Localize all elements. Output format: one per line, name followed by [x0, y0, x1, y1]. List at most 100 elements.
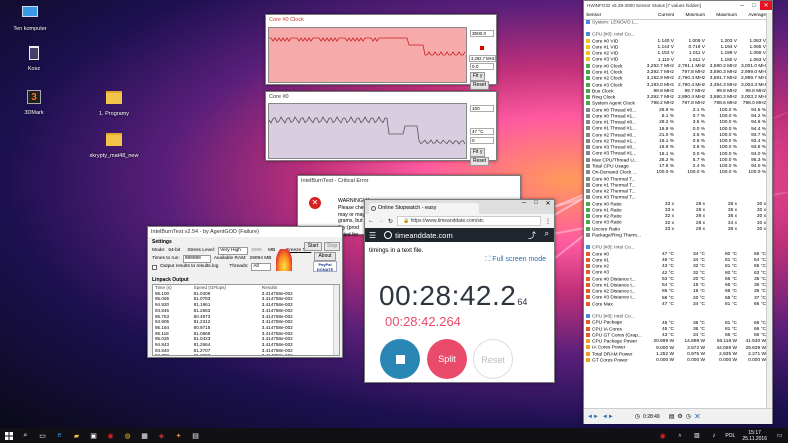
- sensor-value: Core #1 VID: [592, 45, 619, 51]
- scrollbar[interactable]: [333, 285, 339, 355]
- clock-date: 25.11.2016: [742, 435, 767, 442]
- scrollbar[interactable]: [766, 13, 772, 408]
- reload-icon[interactable]: ↻: [388, 218, 393, 225]
- tab-stopwatch[interactable]: Online Stopwatch - easy: [369, 203, 479, 214]
- chrome-icon[interactable]: ◍: [119, 428, 136, 443]
- menu-icon[interactable]: ⋮: [545, 218, 551, 225]
- nav-right-icon[interactable]: ◄►: [602, 414, 614, 420]
- 3dmark-icon: 3: [25, 90, 43, 108]
- sensor-value: 3,003.3 MHz: [741, 82, 768, 88]
- language-indicator[interactable]: POL: [725, 433, 735, 439]
- desktop-icon[interactable]: 3 3DMark: [8, 88, 60, 116]
- volume-icon[interactable]: ♪: [705, 428, 722, 443]
- tray-chevron-icon[interactable]: ˄: [671, 428, 688, 443]
- desktop-icon[interactable]: skrypty_mat48_new: [88, 130, 140, 159]
- network-icon[interactable]: ▥: [688, 428, 705, 443]
- store-icon[interactable]: ▣: [85, 428, 102, 443]
- app-icon[interactable]: ▦: [136, 428, 153, 443]
- app-icon[interactable]: ✦: [170, 428, 187, 443]
- intelburntest-window[interactable]: IntelBurnTest v2.54 - by AgentGOD (Failu…: [147, 226, 343, 358]
- sensor-value: CPU Package Power: [592, 339, 638, 345]
- sensor-value: 44.059 W: [716, 345, 737, 351]
- threads-select[interactable]: All: [251, 263, 272, 271]
- title-text: HWiNFO32 v5.38-3000 Sensor Status [7 val…: [587, 3, 701, 8]
- donate-button[interactable]: PayPal DONATE: [313, 261, 337, 272]
- sensor-value: 1.110 V: [657, 57, 674, 63]
- reset-icon[interactable]: ◷: [686, 413, 691, 420]
- report-icon[interactable]: ▤: [669, 413, 675, 420]
- desktop-icon[interactable]: Kosz: [8, 44, 60, 72]
- sensor-value: Core #2: [592, 264, 610, 270]
- sensor-icon: [586, 320, 590, 325]
- notifications-icon[interactable]: ▭: [771, 428, 788, 443]
- reset-graph-button[interactable]: Reset: [470, 157, 490, 166]
- edge-icon[interactable]: e: [51, 428, 68, 443]
- sensor-value: 100.0 %: [687, 170, 705, 176]
- hamburger-icon[interactable]: ☰: [369, 231, 376, 240]
- close-icon[interactable]: ✕: [760, 1, 772, 10]
- sensor-row[interactable]: System: LENOVO L...: [584, 20, 768, 27]
- split-button[interactable]: Split: [427, 339, 467, 379]
- sensor-icon: [586, 201, 590, 206]
- sensor-cell: Core #0 Distance t...: [584, 276, 644, 283]
- tray-app-icon[interactable]: ◉: [654, 428, 671, 443]
- mem-field[interactable]: 4096: [251, 247, 265, 255]
- start-button[interactable]: Start: [304, 242, 322, 251]
- sensor-icon: [586, 113, 590, 118]
- about-button[interactable]: About: [314, 252, 336, 261]
- back-icon[interactable]: ←: [368, 218, 374, 224]
- fullscreen-link[interactable]: ⛶ Full screen mode: [365, 256, 554, 264]
- share-icon[interactable]: ⤴: [528, 230, 536, 241]
- sensor-value: 34 °C: [692, 251, 705, 257]
- clock-graph-window[interactable]: Core #0 Clock 3500.0 3,292.7 MHz 0.0 Fit…: [265, 14, 497, 90]
- sensor-cell: [739, 20, 768, 27]
- maximize-icon[interactable]: □: [748, 1, 760, 10]
- stop-button[interactable]: [380, 339, 420, 379]
- close-icon[interactable]: ✕: [542, 200, 554, 207]
- sensor-cell: GT Cores Power: [584, 357, 644, 364]
- nav-left-icon[interactable]: ◄►: [587, 414, 599, 420]
- stop-button[interactable]: Stop: [324, 242, 340, 251]
- sensor-value: 1.063 V: [749, 57, 766, 63]
- sensor-value: 1.009 V: [688, 38, 705, 44]
- sensor-value: 47 °C: [661, 301, 674, 307]
- temp-line: [268, 116, 466, 145]
- app-icon[interactable]: ◈: [153, 428, 170, 443]
- reset-graph-button[interactable]: Reset: [470, 81, 490, 90]
- search-icon[interactable]: ⌕: [545, 229, 549, 239]
- hwinfo-window[interactable]: HWiNFO32 v5.38-3000 Sensor Status [7 val…: [583, 0, 773, 424]
- app-red-icon[interactable]: ◉: [102, 428, 119, 443]
- close-sensors-icon[interactable]: ✕: [694, 412, 701, 421]
- output-checkbox[interactable]: [152, 264, 157, 270]
- app-icon[interactable]: ▤: [187, 428, 204, 443]
- sensor-value: 47 °C: [661, 251, 674, 257]
- stress-select[interactable]: Very High: [218, 247, 249, 255]
- settings-icon[interactable]: ⚙: [677, 413, 682, 420]
- address-field[interactable]: 🔒 https://www.timeanddate.com/stc: [397, 216, 541, 226]
- sensor-value: 798.2 MHz: [650, 101, 674, 107]
- forward-icon[interactable]: →: [378, 218, 384, 224]
- sensor-icon: [586, 289, 590, 294]
- fit-y-button[interactable]: Fit y: [470, 148, 486, 157]
- sensor-row[interactable]: GT Cores Power 0.000 W 0.000 W 0.000 W 0.000…: [584, 357, 768, 364]
- tray-clock[interactable]: 15:17 25.11.2016: [742, 430, 767, 442]
- minimize-icon[interactable]: ─: [518, 200, 530, 207]
- minimize-icon[interactable]: ─: [736, 1, 748, 10]
- desktop-icon[interactable]: Ten komputer: [4, 4, 56, 32]
- times-input[interactable]: 999999: [182, 255, 211, 263]
- temp-graph-window[interactable]: Core #0 100 47 °C 0 Fit y Reset: [265, 91, 497, 166]
- desktop-icon[interactable]: 1. Programy: [88, 88, 140, 117]
- sensor-value: 93.4 %: [751, 139, 766, 145]
- task-view-icon[interactable]: ▭: [34, 428, 51, 443]
- sensor-icon: [586, 314, 590, 319]
- fit-y-button[interactable]: Fit y: [470, 72, 486, 81]
- start-icon[interactable]: [0, 428, 17, 443]
- explorer-icon[interactable]: ▰: [68, 428, 85, 443]
- maximize-icon[interactable]: □: [530, 200, 542, 207]
- sensor-icon: [586, 107, 590, 112]
- sensor-value: 798.0 MHz: [742, 101, 766, 107]
- search-icon[interactable]: ⌕: [17, 428, 34, 443]
- tab-favicon-icon: [371, 206, 376, 211]
- browser-window[interactable]: Online Stopwatch - easy ─ □ ✕ ← → ↻ 🔒 ht…: [364, 199, 555, 383]
- reset-button[interactable]: Reset: [473, 339, 513, 379]
